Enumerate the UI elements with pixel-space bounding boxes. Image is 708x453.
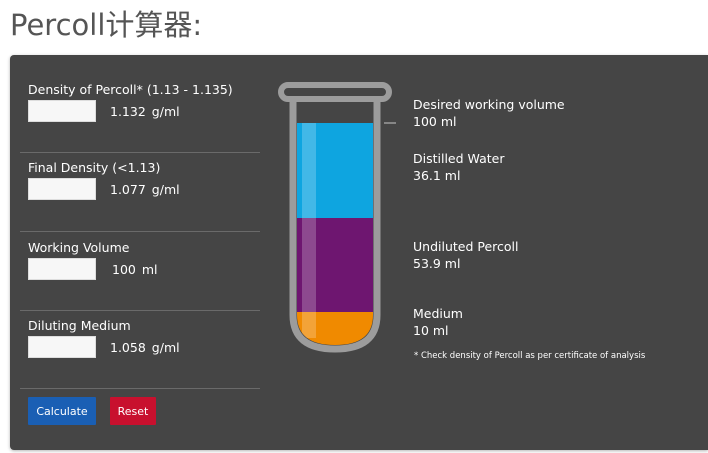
diluting-medium-unit: g/ml <box>151 340 180 355</box>
divider <box>20 310 260 311</box>
diluting-medium-number: 1.058 <box>110 340 146 355</box>
working-volume-input[interactable] <box>28 258 96 280</box>
water-result-value: 36.1 ml <box>413 168 461 183</box>
water-result-label: Distilled Water <box>413 151 505 166</box>
diluting-medium-label: Diluting Medium <box>28 318 131 333</box>
percoll-density-number: 1.132 <box>110 104 146 119</box>
final-density-value: 1.077 g/ml <box>110 182 180 197</box>
percoll-density-input[interactable] <box>28 100 96 122</box>
final-density-input[interactable] <box>28 178 96 200</box>
percoll-density-note: * Check density of Percoll as per certif… <box>414 351 646 361</box>
working-volume-result-value: 100 ml <box>413 114 457 129</box>
percoll-result-label: Undiluted Percoll <box>413 239 519 254</box>
medium-result-label: Medium <box>413 306 463 321</box>
final-density-unit: g/ml <box>151 182 180 197</box>
glass-highlight <box>302 123 316 338</box>
working-volume-unit: ml <box>141 262 158 277</box>
test-tube-illustration <box>278 82 396 353</box>
working-volume-result-label: Desired working volume <box>413 97 565 112</box>
tube-rim <box>278 82 392 102</box>
divider <box>20 152 260 153</box>
diluting-medium-input[interactable] <box>28 336 96 358</box>
divider <box>20 388 260 389</box>
medium-result-value: 10 ml <box>413 323 449 338</box>
reset-button[interactable]: Reset <box>110 397 156 425</box>
divider <box>20 231 260 232</box>
final-density-label: Final Density (<1.13) <box>28 160 161 175</box>
page-title: Percoll计算器: <box>10 8 203 42</box>
working-volume-number: 100 <box>112 262 136 277</box>
working-volume-label: Working Volume <box>28 240 130 255</box>
percoll-density-value: 1.132 g/ml <box>110 104 180 119</box>
percoll-result-value: 53.9 ml <box>413 256 461 271</box>
working-volume-value: 100 ml <box>112 262 158 277</box>
percoll-density-label: Density of Percoll* (1.13 - 1.135) <box>28 82 233 97</box>
calculator-panel: Density of Percoll* (1.13 - 1.135) 1.132… <box>10 55 708 450</box>
percoll-density-unit: g/ml <box>151 104 180 119</box>
final-density-number: 1.077 <box>110 182 146 197</box>
calculate-button[interactable]: Calculate <box>28 397 96 425</box>
diluting-medium-value: 1.058 g/ml <box>110 340 180 355</box>
